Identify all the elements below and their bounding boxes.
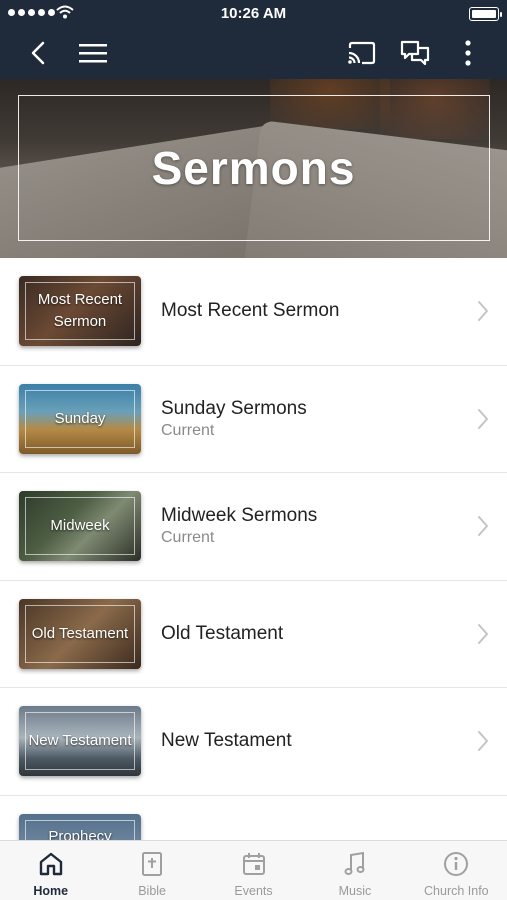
list-item-title: Midweek Sermons [161,505,318,526]
tab-label: Bible [138,884,166,898]
chevron-right-icon [477,730,489,757]
thumbnail-image: Prophecy [19,813,141,841]
top-navigation-bar [0,27,507,79]
back-button[interactable] [20,35,56,71]
thumbnail-image: Old Testament [19,598,141,669]
chevron-right-icon [477,515,489,542]
list-item-subtitle: Current [161,421,215,439]
tab-label: Church Info [424,884,489,898]
home-icon [38,850,64,878]
list-item-subtitle: Current [161,529,215,546]
cast-button[interactable] [343,35,379,71]
list-item-title: Sunday Sermons [161,397,307,419]
thumbnail-label: Prophecy [48,827,112,841]
tab-bible[interactable]: Bible [101,841,202,900]
tab-label: Music [338,884,372,898]
more-options-button[interactable] [450,35,486,71]
list-item-prophecy[interactable]: Prophecy [0,796,507,841]
thumbnail-image: New Testament [19,706,141,776]
tab-events[interactable]: Events [203,841,304,900]
tab-home[interactable]: Home [0,841,101,900]
chat-button[interactable] [397,35,433,71]
list-item-old-testament[interactable]: Old Testament Old Testament [0,581,507,688]
battery-icon [469,7,502,21]
tab-music[interactable]: Music [304,841,405,900]
list-item-title: Most Recent Sermon [161,300,340,321]
thumbnail-label: Midweek [50,517,110,534]
tab-church-info[interactable]: Church Info [406,841,507,900]
list-item-most-recent-sermon[interactable]: Most Recent Sermon Most Recent Sermon [0,258,507,366]
thumbnail-image: Most Recent Sermon [19,276,141,346]
thumbnail-label: Old Testament [31,624,129,642]
info-icon [443,850,469,878]
cast-icon [348,41,376,65]
thumbnail-label: New Testament [28,732,132,749]
hamburger-menu-icon [79,44,107,63]
chevron-right-icon [477,300,489,327]
calendar-icon [241,850,267,878]
thumbnail-label: Sunday [54,409,106,427]
chevron-right-icon [477,408,489,435]
list-item-title: Old Testament [161,622,284,644]
status-time: 10:26 AM [220,5,287,22]
chevron-right-icon [477,623,489,650]
hero-banner: Sermons [0,79,507,258]
bottom-tab-bar: Home Bible Events Music Church Info [0,840,507,900]
page-title: Sermons [151,142,356,194]
chevron-left-icon [31,41,45,65]
list-item-title: New Testament [161,730,292,751]
tab-label: Home [33,884,69,898]
menu-button[interactable] [75,35,111,71]
thumbnail-image: Midweek [19,491,141,561]
more-vertical-icon [465,40,471,66]
thumbnail-label: Most Recent Sermon [37,291,123,330]
list-item-new-testament[interactable]: New Testament New Testament [0,688,507,796]
sermon-category-list: Most Recent Sermon Most Recent Sermon Su… [0,258,507,840]
tab-label: Events [234,884,273,898]
list-item-midweek-sermons[interactable]: Midweek Midweek Sermons Current [0,473,507,581]
music-note-icon [343,850,367,878]
bible-icon [140,850,164,878]
status-bar: 10:26 AM [0,0,507,27]
list-item-sunday-sermons[interactable]: Sunday Sunday Sermons Current [0,366,507,473]
thumbnail-image: Sunday [19,383,141,454]
chat-bubbles-icon [400,40,430,66]
